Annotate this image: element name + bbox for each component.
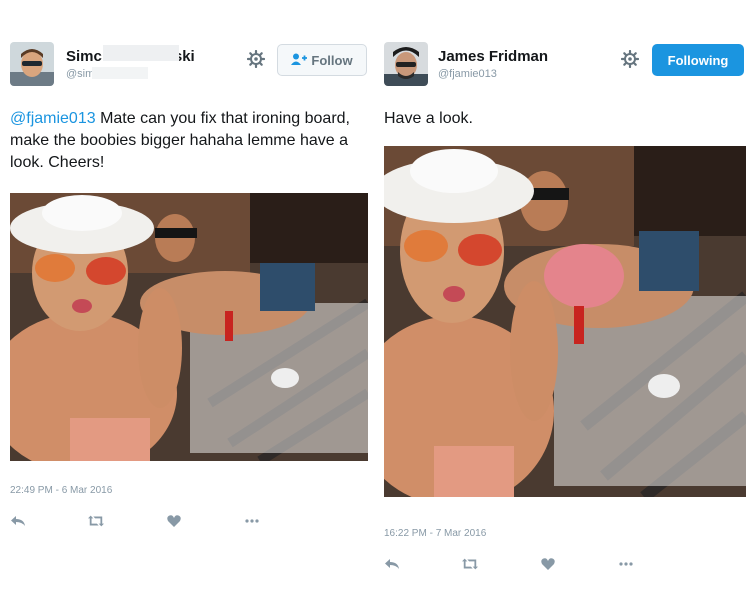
more-icon[interactable] (244, 514, 260, 528)
user-avatar[interactable] (10, 42, 54, 86)
tweet-timestamp[interactable]: 16:22 PM - 7 Mar 2016 (384, 528, 486, 539)
redaction-bar (92, 67, 148, 79)
tweet-photo[interactable] (10, 193, 368, 461)
user-display-name[interactable]: James Fridman (438, 48, 548, 65)
gear-icon[interactable] (620, 49, 640, 69)
following-button-label: Following (667, 52, 729, 68)
tweet-actions (10, 514, 260, 528)
retweet-icon[interactable] (88, 514, 104, 528)
user-handle: @fjamie013 (438, 68, 497, 80)
user-avatar[interactable] (384, 42, 428, 86)
add-user-icon (291, 53, 308, 68)
original-tweet: Simcski @sim Follow @fjamie013 Mate can (0, 0, 376, 598)
following-button[interactable]: Following (652, 44, 744, 76)
retweet-icon[interactable] (462, 557, 478, 571)
more-icon[interactable] (618, 557, 634, 571)
redaction-bar (103, 45, 179, 61)
follow-button-label: Follow (311, 52, 353, 68)
reply-tweet: James Fridman @fjamie013 Following Have … (380, 0, 754, 598)
tweet-text: Have a look. (384, 110, 473, 127)
gear-icon[interactable] (246, 49, 266, 69)
reply-icon[interactable] (384, 557, 400, 571)
tweet-timestamp[interactable]: 22:49 PM - 6 Mar 2016 (10, 485, 112, 496)
user-handle: @sim (66, 68, 95, 80)
follow-button[interactable]: Follow (277, 44, 367, 76)
tweet-actions (384, 557, 634, 571)
mention-link[interactable]: @fjamie013 (10, 110, 96, 127)
like-icon[interactable] (166, 514, 182, 528)
tweet-photo[interactable] (384, 146, 746, 497)
like-icon[interactable] (540, 557, 556, 571)
tweet-text: @fjamie013 Mate can you fix that ironing… (10, 108, 366, 174)
reply-icon[interactable] (10, 514, 26, 528)
